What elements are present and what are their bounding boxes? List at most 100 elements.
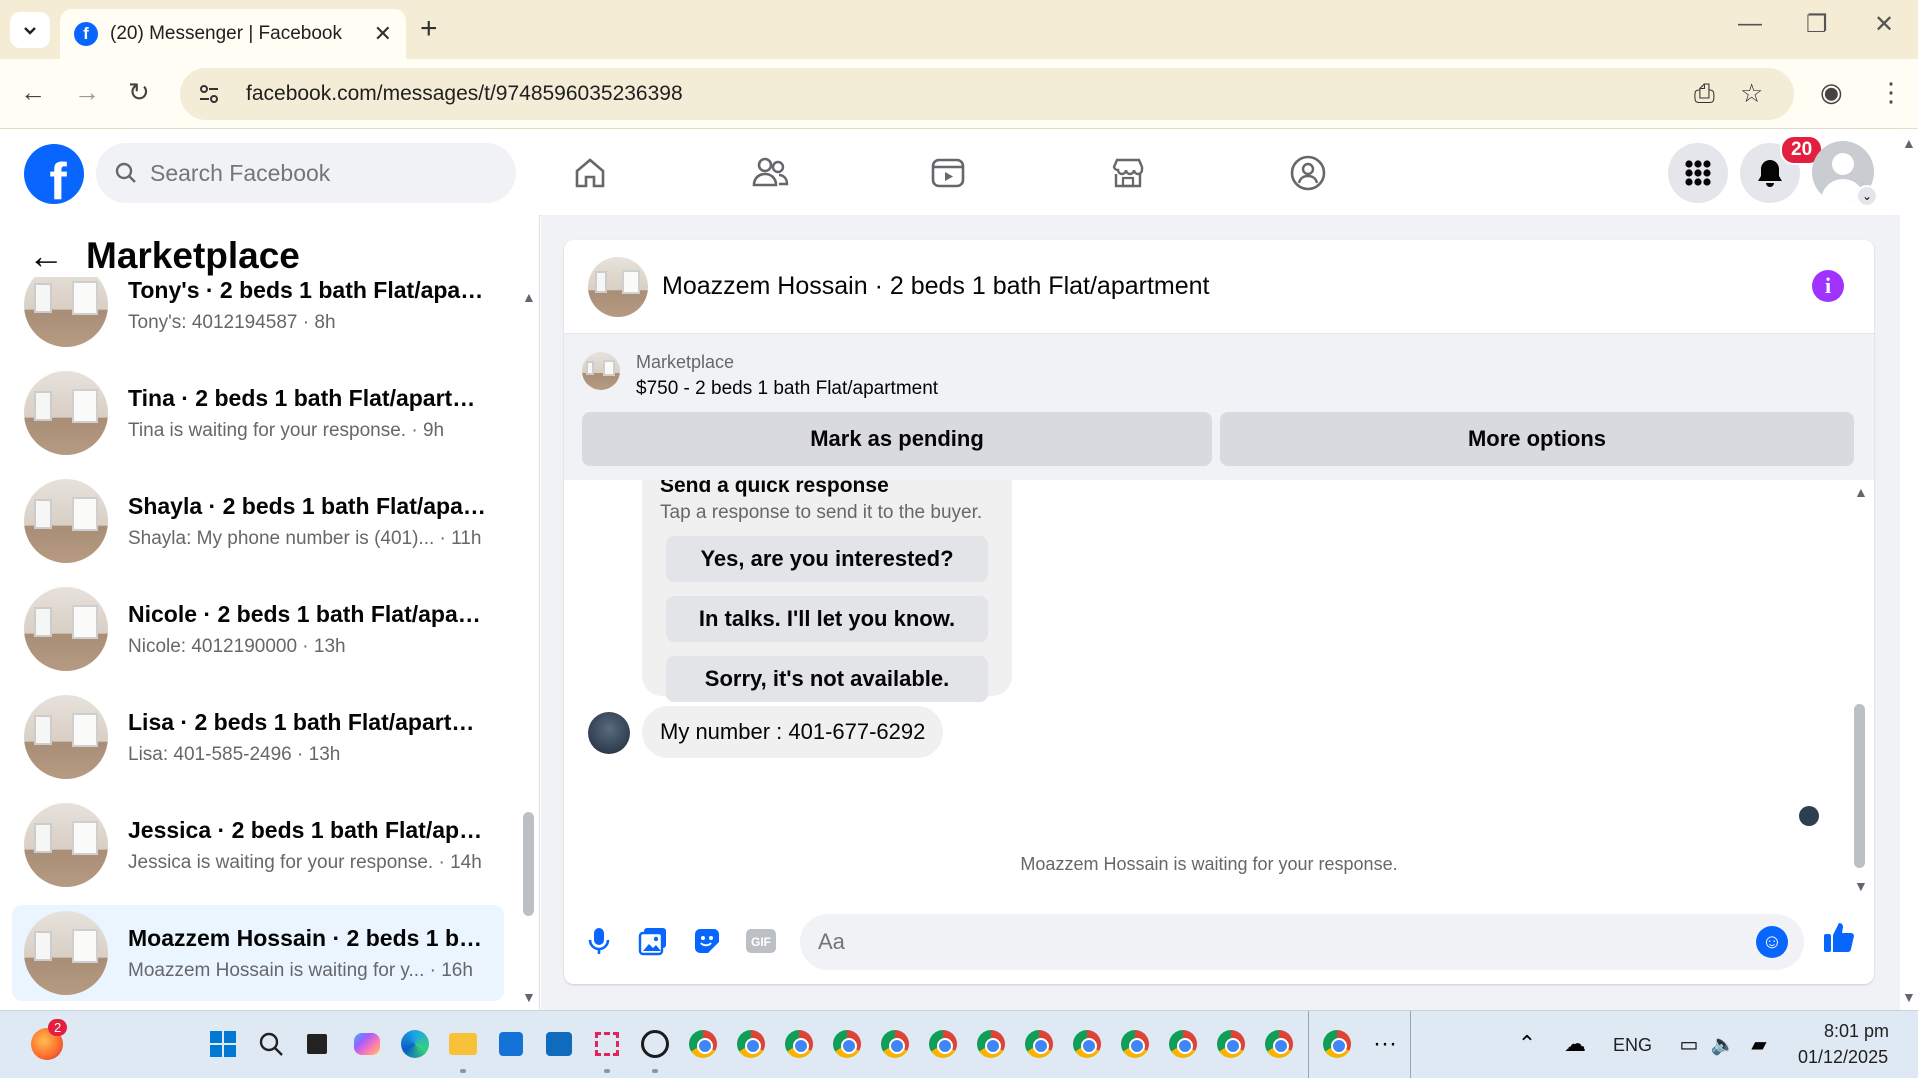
clock-time[interactable]: 8:01 pm [1824,1021,1889,1042]
page-scrollbar[interactable]: ▲ ▼ [1900,129,1918,1010]
account-chevron-icon[interactable]: ⌄ [1856,185,1878,207]
listing-price[interactable]: $750 - 2 beds 1 bath Flat/apartment [636,378,938,400]
quick-response-button[interactable]: Yes, are you interested? [666,536,988,582]
scroll-down-icon[interactable]: ▼ [522,989,536,1005]
outlook-icon[interactable] [542,1027,576,1061]
chrome-icon[interactable] [878,1027,912,1061]
thumbs-up-icon[interactable] [1822,920,1856,954]
chrome-icon[interactable] [1070,1027,1104,1061]
cloud-icon[interactable]: ☁ [1558,1027,1592,1061]
whatsapp-icon[interactable] [638,1027,672,1061]
back-arrow-icon[interactable]: ← [28,235,64,277]
tab-close-icon[interactable]: ✕ [374,21,392,47]
message-input[interactable] [818,929,1718,955]
chrome-icon[interactable] [1262,1027,1296,1061]
menu-grid-button[interactable] [1668,143,1728,203]
marketplace-icon[interactable] [1108,153,1148,193]
scroll-down-icon[interactable]: ▼ [1854,878,1868,894]
clock-date[interactable]: 01/12/2025 [1798,1047,1888,1068]
sidebar-scrollbar[interactable] [523,812,534,916]
task-view-icon[interactable] [300,1027,334,1061]
search-input[interactable] [150,159,470,187]
chrome-icon[interactable] [926,1027,960,1061]
chrome-icon[interactable] [1320,1027,1354,1061]
chrome-icon[interactable] [1166,1027,1200,1061]
kebab-menu-icon[interactable]: ⋮ [1878,77,1904,108]
quick-response-button[interactable]: In talks. I'll let you know. [666,596,988,642]
conversation-item[interactable]: Tina · 2 beds 1 bath Flat/apartm... Tina … [12,365,504,461]
url-omnibox[interactable]: facebook.com/messages/t/9748596035236398… [180,68,1794,120]
message-bubble[interactable]: My number : 401-677-6292 [642,706,944,758]
home-icon[interactable] [570,153,610,193]
scroll-up-icon[interactable]: ▲ [1902,135,1916,151]
browser-tab-active[interactable]: f (20) Messenger | Facebook ✕ [60,9,406,59]
chrome-icon[interactable] [686,1027,720,1061]
info-icon[interactable]: i [1812,270,1844,302]
conversation-title[interactable]: Moazzem Hossain · 2 beds 1 bath Flat/apa… [662,272,1210,301]
scroll-down-icon[interactable]: ▼ [1902,989,1916,1005]
sticker-icon[interactable] [690,924,724,958]
conversation-item-active[interactable]: Moazzem Hossain · 2 beds 1 bat... Moazzem… [12,905,504,1001]
listing-thumbnail[interactable] [588,256,648,317]
conversation-item[interactable]: Lisa · 2 beds 1 bath Flat/apartme... Lisa… [12,689,504,785]
message-scrollbar[interactable] [1854,704,1865,868]
more-options-button[interactable]: More options [1220,412,1854,466]
chrome-icon[interactable] [782,1027,816,1061]
running-indicator [652,1069,658,1073]
sender-avatar[interactable] [588,712,630,754]
chrome-icon[interactable] [734,1027,768,1061]
more-apps-icon[interactable]: ··· [1368,1027,1402,1061]
conversation-preview: Tony's: 4012194587 · 8h [128,311,336,333]
chrome-icon[interactable] [1022,1027,1056,1061]
file-explorer-icon[interactable] [446,1027,480,1061]
new-tab-icon[interactable]: + [420,12,438,46]
chrome-icon[interactable] [974,1027,1008,1061]
windows-start-icon[interactable] [206,1027,240,1061]
listing-thumbnail [24,371,108,455]
conversation-item[interactable]: Tony's · 2 beds 1 bath Flat/apart... Tony… [12,277,504,353]
network-icon[interactable]: ▭ [1672,1027,1706,1061]
language-indicator[interactable]: ENG [1613,1035,1652,1056]
back-icon[interactable]: ← [20,77,46,108]
conversation-item[interactable]: Jessica · 2 beds 1 bath Flat/apart... Jes… [12,797,504,893]
tab-search-dropdown[interactable] [10,12,50,48]
store-icon[interactable] [494,1027,528,1061]
volume-icon[interactable]: 🔈 [1706,1027,1740,1061]
microphone-icon[interactable] [582,924,616,958]
forward-icon[interactable]: → [74,77,100,108]
profile-icon[interactable]: ◉ [1820,77,1843,108]
search-icon[interactable] [254,1027,288,1061]
conversation-item[interactable]: Shayla · 2 beds 1 bath Flat/apart... Shay… [12,473,504,569]
friends-icon[interactable] [750,153,790,193]
scroll-up-icon[interactable]: ▲ [522,289,536,305]
waiting-status: Moazzem Hossain is waiting for your resp… [1020,854,1398,874]
reload-icon[interactable]: ↻ [128,77,150,108]
message-input-box[interactable]: ☺ [800,914,1804,970]
install-app-icon[interactable]: ⎙ [1694,78,1715,110]
chrome-icon[interactable] [830,1027,864,1061]
listing-thumbnail-small[interactable] [582,352,620,390]
chevron-up-icon[interactable]: ⌃ [1510,1027,1544,1061]
gif-icon[interactable]: GIF [744,924,778,958]
groups-icon[interactable] [1288,153,1328,193]
battery-icon[interactable]: ▰ [1742,1027,1776,1061]
restore-icon[interactable]: ❐ [1806,10,1828,39]
emoji-icon[interactable]: ☺ [1756,926,1788,958]
mark-as-pending-button[interactable]: Mark as pending [582,412,1212,466]
chrome-icon[interactable] [1214,1027,1248,1061]
site-info-icon[interactable] [194,79,224,109]
chrome-icon[interactable] [1118,1027,1152,1061]
bookmark-star-icon[interactable]: ☆ [1740,78,1763,109]
conversation-item[interactable]: Nicole · 2 beds 1 bath Flat/apart... Nico… [12,581,504,677]
copilot-icon[interactable] [350,1027,384,1061]
video-icon[interactable] [928,153,968,193]
minimize-icon[interactable]: — [1738,10,1762,38]
quick-response-button[interactable]: Sorry, it's not available. [666,656,988,702]
scroll-up-icon[interactable]: ▲ [1854,484,1868,500]
search-box[interactable] [96,143,516,203]
window-close-icon[interactable]: ✕ [1874,10,1894,39]
snipping-tool-icon[interactable] [590,1027,624,1061]
edge-icon[interactable] [398,1027,432,1061]
facebook-logo[interactable]: f [24,144,84,204]
photo-icon[interactable] [636,924,670,958]
